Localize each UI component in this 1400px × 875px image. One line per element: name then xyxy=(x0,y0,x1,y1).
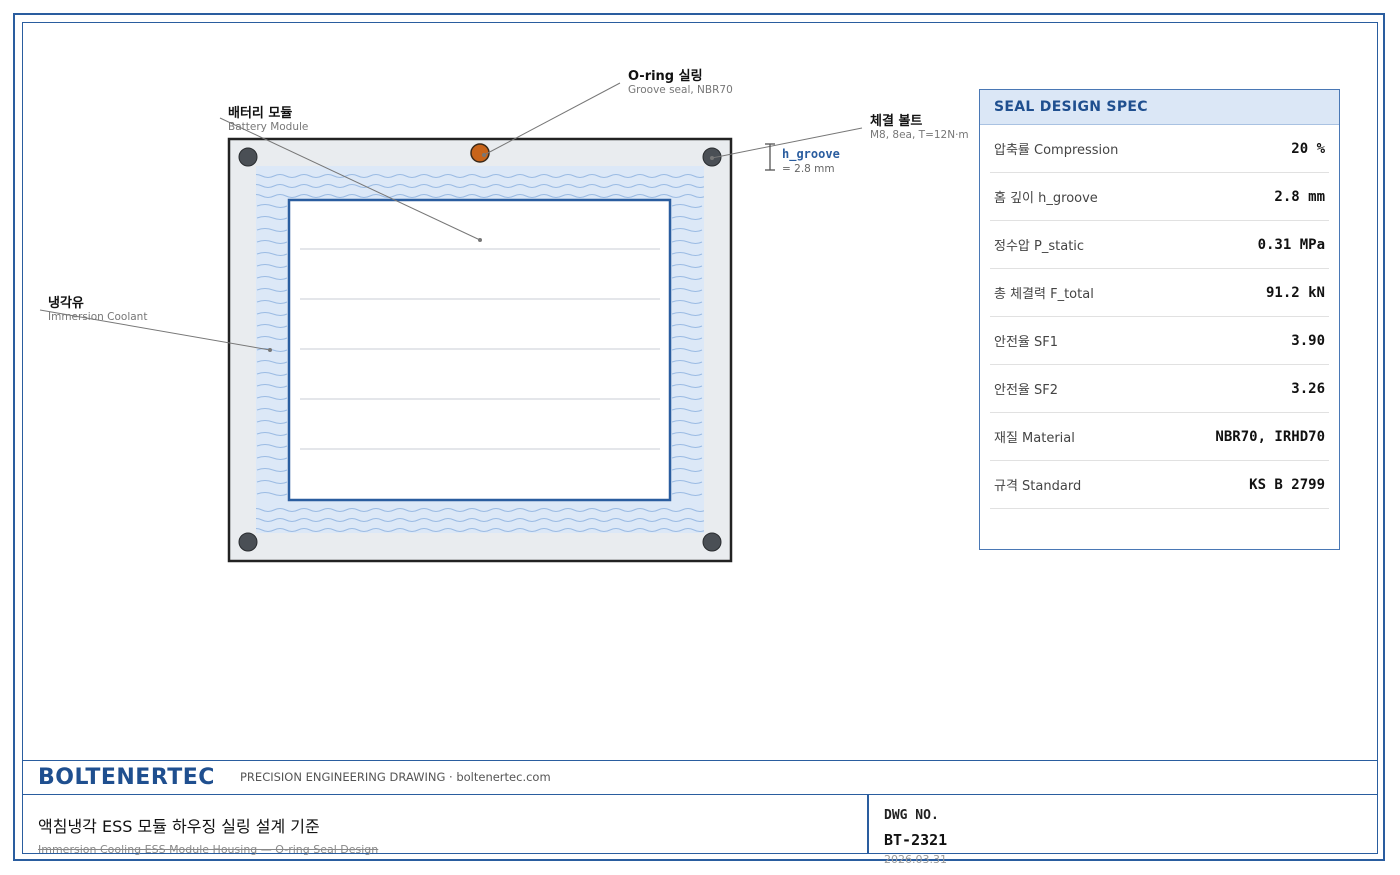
oring-callout-title: O-ring 실링 xyxy=(628,69,703,84)
dwg-number: BT-2321 xyxy=(884,831,948,849)
spec-value: 2.8 mm xyxy=(1274,188,1325,205)
bolt-bottom-right xyxy=(702,532,722,552)
spec-label: 정수압 P_static xyxy=(994,239,1085,254)
spec-label: 규격 Standard xyxy=(994,479,1082,494)
oring-seal xyxy=(470,143,490,163)
title-block-header: BOLTENERTEC PRECISION ENGINEERING DRAWIN… xyxy=(22,760,1378,795)
drawing-subtitle: Immersion Cooling ESS Module Housing — O… xyxy=(38,843,379,856)
bolt-top-left xyxy=(238,147,258,167)
battery-module xyxy=(287,198,672,502)
seal-design-spec-panel: SEAL DESIGN SPEC 압축률 Compression 20 % 홈 … xyxy=(979,89,1340,550)
oring-callout-sub: Groove seal, NBR70 xyxy=(628,84,733,96)
spec-label: 재질 Material xyxy=(994,431,1075,446)
spec-row-sf2: 안전율 SF2 3.26 xyxy=(990,365,1329,413)
spec-label: 총 체결력 F_total xyxy=(994,287,1094,302)
spec-label: 안전율 SF1 xyxy=(994,335,1059,350)
coolant-callout-sub: Immersion Coolant xyxy=(48,311,148,323)
spec-value: 3.90 xyxy=(1291,332,1325,349)
spec-value: NBR70, IRHD70 xyxy=(1215,428,1325,445)
drawing-date: 2026.03.31 xyxy=(884,853,947,866)
spec-value: 3.26 xyxy=(1291,380,1325,397)
spec-label: 홈 깊이 h_groove xyxy=(994,191,1098,206)
battery-callout-title: 배터리 모듈 xyxy=(228,106,293,121)
spec-row-material: 재질 Material NBR70, IRHD70 xyxy=(990,413,1329,461)
title-block: 액침냉각 ESS 모듈 하우징 실링 설계 기준 Immersion Cooli… xyxy=(22,795,1378,866)
bolt-callout-title: 체결 볼트 xyxy=(870,114,923,129)
h-groove-label: h_groove xyxy=(782,147,840,161)
battery-callout-sub: Battery Module xyxy=(228,121,309,133)
spec-row-groove-depth: 홈 깊이 h_groove 2.8 mm xyxy=(990,173,1329,221)
spec-row-total-force: 총 체결력 F_total 91.2 kN xyxy=(990,269,1329,317)
spec-value: 0.31 MPa xyxy=(1257,236,1325,253)
bolt-callout-sub: M8, 8ea, T=12N·m xyxy=(870,129,969,141)
spec-value: 91.2 kN xyxy=(1265,284,1325,301)
h-groove-value: = 2.8 mm xyxy=(782,163,835,175)
spec-value: 20 % xyxy=(1291,140,1325,157)
spec-row-compression: 압축률 Compression 20 % xyxy=(990,125,1329,173)
spec-label: 압축률 Compression xyxy=(994,143,1119,158)
drawing-title: 액침냉각 ESS 모듈 하우징 실링 설계 기준 xyxy=(38,817,320,836)
spec-row-static-pressure: 정수압 P_static 0.31 MPa xyxy=(990,221,1329,269)
brand-tagline: PRECISION ENGINEERING DRAWING · boltener… xyxy=(240,770,551,784)
bolt-bottom-left xyxy=(238,532,258,552)
brand-logo: BOLTENERTEC xyxy=(38,765,215,790)
dwg-no-label: DWG NO. xyxy=(884,808,939,823)
coolant-callout-title: 냉각유 xyxy=(48,296,84,311)
spec-row-standard: 규격 Standard KS B 2799 xyxy=(990,461,1329,509)
spec-panel-title: SEAL DESIGN SPEC xyxy=(980,90,1339,125)
title-block-divider xyxy=(867,795,869,854)
spec-label: 안전율 SF2 xyxy=(994,383,1059,398)
h-groove-dimension xyxy=(765,143,775,171)
spec-value: KS B 2799 xyxy=(1249,476,1325,493)
spec-row-sf1: 안전율 SF1 3.90 xyxy=(990,317,1329,365)
